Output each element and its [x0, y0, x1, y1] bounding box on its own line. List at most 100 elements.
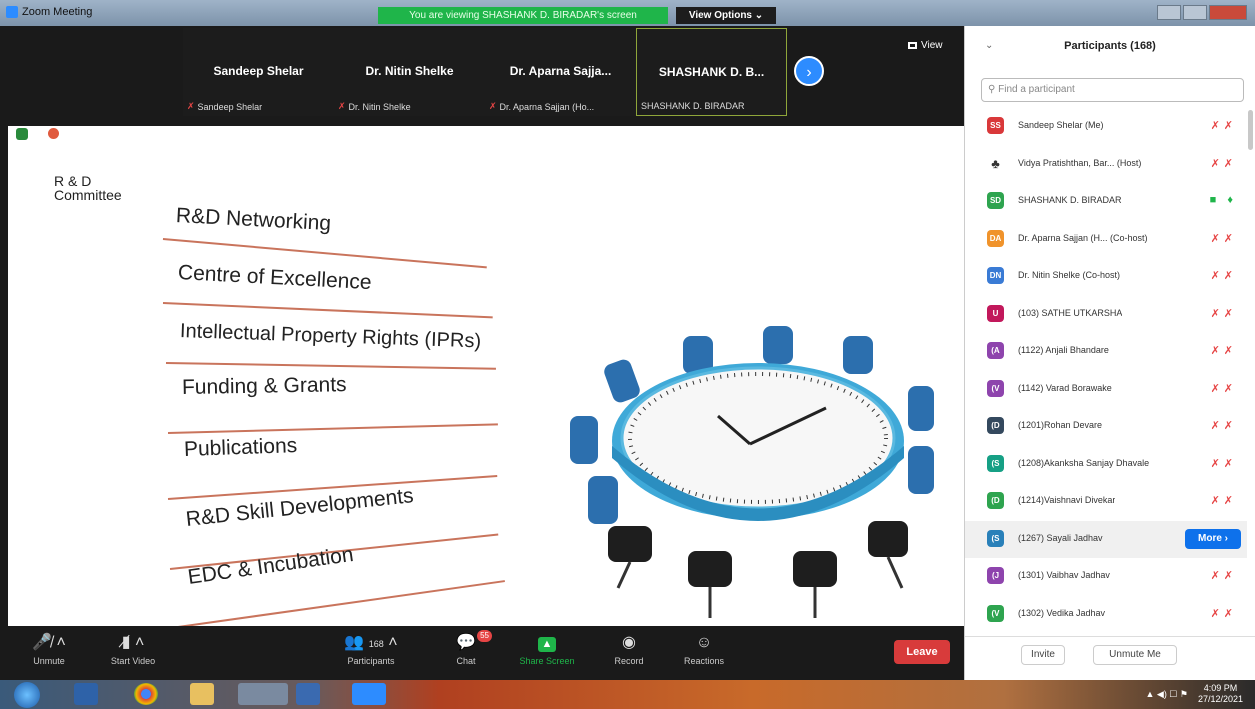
video-thumbnail[interactable]: Dr. Aparna Sajja... ✗ Dr. Aparna Sajjan (…	[485, 28, 636, 116]
video-thumbnail[interactable]: Sandeep Shelar ✗ Sandeep Shelar	[183, 28, 334, 116]
participant-row[interactable]: U (103) SATHE UTKARSHA ✗✗	[965, 296, 1247, 334]
participant-search-input[interactable]: ⚲ Find a participant	[981, 78, 1244, 102]
chair-icon	[604, 359, 640, 403]
participant-name: (1122) Anjali Bhandare	[1018, 345, 1109, 355]
mic-video-muted-icon: ✗✗	[1210, 232, 1237, 245]
host-logo-avatar: ♣	[987, 154, 1004, 172]
next-page-button[interactable]: ›	[794, 56, 824, 86]
participant-row[interactable]: DA Dr. Aparna Sajjan (H... (Co-host) ✗✗	[965, 221, 1247, 259]
file-explorer-icon[interactable]	[190, 683, 214, 705]
zoom-taskbar-icon[interactable]	[352, 683, 386, 705]
participant-row[interactable]: (D (1214)Vaishnavi Divekar ✗✗	[965, 483, 1247, 521]
thumbnail-label: ✗ Sandeep Shelar	[187, 101, 262, 112]
start-video-label: Start Video	[110, 656, 156, 666]
taskbar-clock[interactable]: 4:09 PM 27/12/2021	[1198, 683, 1243, 705]
avatar: (S	[987, 454, 1004, 472]
unmute-me-button[interactable]: Unmute Me	[1093, 645, 1177, 665]
chrome-icon[interactable]	[134, 683, 158, 705]
record-button[interactable]: ◉ Record	[604, 630, 654, 666]
video-on-mic-on-icon: ■ ♦	[1209, 194, 1237, 206]
windows-start-icon[interactable]	[14, 682, 40, 708]
participant-row[interactable]: (D (1201)Rohan Devare ✗✗	[965, 408, 1247, 446]
maximize-button[interactable]	[1183, 5, 1207, 20]
participant-row[interactable]: ♣ Vidya Pratishthan, Bar... (Host) ✗✗	[965, 146, 1247, 184]
participant-row[interactable]: (A (1122) Anjali Bhandare ✗✗	[965, 333, 1247, 371]
close-button[interactable]	[1209, 5, 1247, 20]
thumbnail-label-text: Dr. Aparna Sajjan (Ho...	[499, 101, 595, 112]
unmute-button[interactable]: 🎤̸ ˄ Unmute	[24, 630, 74, 666]
grid-icon	[908, 42, 917, 49]
window-title: Zoom Meeting	[22, 6, 93, 18]
avatar: DN	[987, 267, 1004, 284]
participants-button[interactable]: 👥 168 ˄ Participants	[336, 630, 406, 666]
chair-icon	[908, 386, 934, 431]
panel-footer: Invite Unmute Me	[965, 636, 1255, 672]
shared-screen: R & D Committee R&D Networking Centre of…	[8, 126, 964, 626]
app-title: Zoom Meeting	[6, 6, 92, 18]
participant-row[interactable]: (S (1208)Akanksha Sanjay Dhavale ✗✗	[965, 446, 1247, 484]
avatar: (V	[987, 604, 1004, 622]
meeting-area: Sandeep Shelar ✗ Sandeep Shelar Dr. Nitin…	[0, 26, 964, 680]
participant-row[interactable]: (J (1301) Vaibhav Jadhav ✗✗	[965, 558, 1247, 596]
participant-row[interactable]: (S (1267) Sayali Jadhav More ›	[965, 520, 1247, 558]
meeting-toolbar: 🎤̸ ˄ Unmute ▮̸ ˄ Start Video 👥 168 ˄ Par…	[0, 626, 964, 680]
more-button[interactable]: More ›	[1185, 528, 1241, 549]
participant-name: Dr. Aparna Sajjan (H... (Co-host)	[1018, 232, 1148, 243]
thumbnail-label-text: Sandeep Shelar	[197, 101, 263, 112]
leave-button[interactable]: Leave	[894, 640, 950, 664]
participants-panel: ⌄ Participants (168) ⚲ Find a participan…	[964, 26, 1255, 680]
view-button[interactable]: View	[908, 40, 943, 51]
participant-name: (1302) Vedika Jadhav	[1018, 607, 1106, 618]
screen: Zoom Meeting You are viewing SHASHANK D.…	[0, 0, 1255, 709]
participant-row[interactable]: DN Dr. Nitin Shelke (Co-host) ✗✗	[965, 258, 1247, 296]
participants-icon: 👥 168 ˄	[344, 634, 398, 651]
slide-item: Publications	[183, 434, 298, 461]
participant-name: (1201)Rohan Devare	[1018, 420, 1103, 430]
chat-label: Chat	[456, 656, 476, 666]
participant-row[interactable]: SD SHASHANK D. BIRADAR ■ ♦	[965, 183, 1247, 221]
media-player-icon[interactable]	[74, 683, 98, 705]
document-app-icon[interactable]	[296, 683, 320, 705]
participant-row[interactable]: SS Sandeep Shelar (Me) ✗✗	[965, 108, 1247, 146]
thumbnail-label: SHASHANK D. BIRADAR	[641, 101, 745, 111]
mic-video-muted-icon: ✗✗	[1210, 607, 1237, 620]
committee-line2: Committee	[54, 187, 122, 203]
slide-item: Funding & Grants	[181, 373, 347, 399]
tray-icons[interactable]: ▲ ◀) ☐ ⚑	[1145, 689, 1187, 700]
participant-name: SHASHANK D. BIRADAR	[1018, 195, 1122, 205]
mic-video-muted-icon: ✗✗	[1210, 457, 1237, 470]
avatar: DA	[987, 229, 1004, 247]
mic-video-muted-icon: ✗✗	[1210, 382, 1237, 395]
chat-button[interactable]: 💬 55 Chat	[446, 630, 492, 666]
participant-row[interactable]: (V (1302) Vedika Jadhav ✗✗	[965, 596, 1247, 634]
start-video-button[interactable]: ▮̸ ˄ Start Video	[98, 630, 168, 666]
video-thumbnail-active[interactable]: SHASHANK D. B... SHASHANK D. BIRADAR	[636, 28, 787, 116]
mic-video-muted-icon: ✗✗	[1210, 420, 1237, 432]
video-off-icon: ▮̸ ˄	[121, 634, 145, 651]
windows-taskbar: ▲ ◀) ☐ ⚑ 4:09 PM 27/12/2021	[0, 680, 1255, 709]
slide-item: Centre of Excellence	[177, 261, 373, 295]
avatar: (A	[987, 342, 1004, 359]
invite-button[interactable]: Invite	[1021, 645, 1065, 665]
chair-icon	[688, 551, 732, 587]
system-tray: ▲ ◀) ☐ ⚑ 4:09 PM 27/12/2021	[1145, 683, 1243, 705]
participants-title: Participants (168)	[1064, 40, 1156, 52]
reactions-button[interactable]: ☺ Reactions	[676, 630, 732, 666]
participant-name: Dr. Nitin Shelke (Co-host)	[1018, 270, 1121, 280]
share-screen-button[interactable]: ▲ Share Screen	[510, 630, 584, 666]
participant-name: Sandeep Shelar (Me)	[1018, 120, 1104, 130]
chevron-right-icon: ›	[806, 64, 812, 81]
search-placeholder: Find a participant	[998, 84, 1075, 95]
chrome-window-icon[interactable]	[238, 683, 288, 705]
minimize-button[interactable]	[1157, 5, 1181, 20]
chair-icon	[608, 526, 652, 562]
participant-row[interactable]: (V (1142) Varad Borawake ✗✗	[965, 371, 1247, 409]
share-screen-icon: ▲	[510, 630, 584, 656]
thumbnail-label: ✗ Dr. Nitin Shelke	[338, 101, 411, 112]
view-options-button[interactable]: View Options ⌄	[676, 7, 776, 24]
panel-scrollbar[interactable]	[1248, 110, 1253, 150]
divider-line	[177, 580, 505, 626]
unmute-label: Unmute	[33, 656, 65, 666]
video-thumbnail[interactable]: Dr. Nitin Shelke ✗ Dr. Nitin Shelke	[334, 28, 485, 116]
chair-icon	[843, 336, 873, 374]
